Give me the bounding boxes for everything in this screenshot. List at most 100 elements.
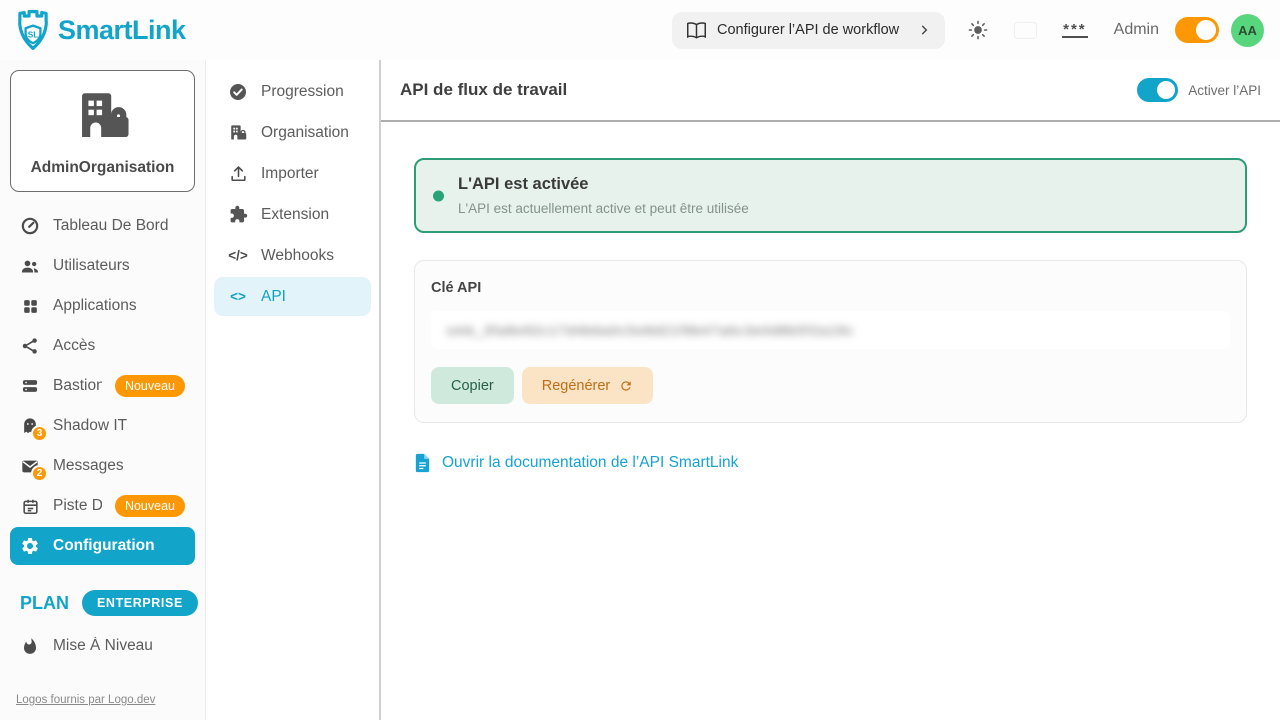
dashboard-gauge-icon (20, 216, 40, 236)
top-bar: SL SmartLink Configurer l’API de workflo… (0, 0, 1280, 60)
sidebar-item-configuration[interactable]: Configuration (10, 527, 195, 565)
configure-workflow-api-button[interactable]: Configurer l’API de workflow (672, 12, 945, 49)
shield-logo-icon: SL (12, 7, 54, 53)
api-documentation-link-label: Ouvrir la documentation de l’API SmartLi… (442, 454, 738, 472)
messages-count-badge: 2 (31, 465, 48, 482)
puzzle-icon (228, 205, 248, 225)
subnav-item-progression[interactable]: Progression (214, 72, 371, 111)
organisation-name: AdminOrganisation (31, 159, 175, 177)
sidebar-item-label: Applications (53, 297, 137, 315)
subnav-item-label: Extension (261, 206, 329, 224)
main-header: API de flux de travail Activer l’API (381, 60, 1280, 122)
brand-logo[interactable]: SL SmartLink (12, 7, 186, 53)
share-icon (20, 336, 40, 356)
building-lock-icon (228, 123, 248, 143)
sidebar-item-audit-trail[interactable]: Piste D’audit Nouveau (10, 486, 195, 526)
page-body: AdminOrganisation Tableau De Bord (0, 60, 1280, 720)
sidebar: AdminOrganisation Tableau De Bord (0, 60, 206, 720)
alert-title: L'API est activée (458, 175, 1225, 194)
svg-text:SL: SL (28, 29, 39, 39)
calendar-icon (20, 496, 40, 516)
subnav-item-extension[interactable]: Extension (214, 195, 371, 234)
subnav-item-api[interactable]: <> API (214, 277, 371, 316)
api-enabled-alert: L'API est activée L'API est actuellement… (414, 158, 1247, 233)
check-circle-icon (228, 82, 248, 102)
subnav-item-label: API (261, 288, 286, 306)
sidebar-item-bastion[interactable]: Bastion Nouveau (10, 366, 195, 406)
subnav-item-webhooks[interactable]: </> Webhooks (214, 236, 371, 275)
code-slash-icon: </> (228, 246, 248, 266)
admin-mode-toggle[interactable] (1175, 17, 1219, 43)
envelope-icon: 2 (20, 456, 40, 476)
sidebar-item-shadow-it[interactable]: 3 Shadow IT (10, 406, 195, 446)
upload-icon (228, 164, 248, 184)
api-key-blurred-value: smk_3fa8e92c17d4b6a0c5e8d21f9b47a6c3e0d8… (447, 323, 854, 338)
theme-sun-icon[interactable] (967, 19, 989, 41)
apps-grid-icon (20, 296, 40, 316)
gear-icon (20, 536, 40, 556)
top-bar-actions: Configurer l’API de workflow *** Admin (672, 12, 1264, 49)
sidebar-item-label: Tableau De Bord (53, 217, 168, 235)
app-root: SL SmartLink Configurer l’API de workflo… (0, 0, 1280, 720)
configure-workflow-api-label: Configurer l’API de workflow (717, 22, 899, 38)
sidebar-item-label: Utilisateurs (53, 257, 130, 275)
regenerate-button-label: Regénérer (542, 378, 611, 394)
sidebar-item-users[interactable]: Utilisateurs (10, 246, 195, 286)
settings-subnav: Progression Organisation (206, 60, 381, 720)
api-key-actions: Copier Regénérer (431, 367, 1230, 404)
copy-button[interactable]: Copier (431, 367, 514, 404)
admin-role-label: Admin (1114, 21, 1159, 39)
regenerate-button[interactable]: Regénérer (522, 367, 654, 404)
sidebar-item-label: Piste D’audit (53, 497, 102, 515)
api-key-label: Clé API (431, 280, 1230, 296)
enterprise-plan-badge[interactable]: ENTERPRISE (82, 590, 198, 616)
status-dot-icon (433, 190, 444, 201)
subnav-item-organisation[interactable]: Organisation (214, 113, 371, 152)
subnav-item-label: Organisation (261, 124, 349, 142)
enable-api-toggle[interactable] (1137, 78, 1178, 102)
sidebar-item-applications[interactable]: Applications (10, 286, 195, 326)
plan-label: PLAN (20, 593, 69, 614)
api-key-field[interactable]: smk_3fa8e92c17d4b6a0c5e8d21f9b47a6c3e0d8… (431, 311, 1230, 349)
nouveau-badge: Nouveau (115, 375, 185, 397)
sidebar-item-label: Bastion (53, 377, 102, 395)
users-icon (20, 256, 40, 276)
main-content: L'API est activée L'API est actuellement… (381, 122, 1280, 473)
enable-api-toggle-label: Activer l’API (1188, 83, 1261, 98)
document-icon (414, 453, 431, 473)
book-icon (686, 20, 707, 41)
chevron-right-icon (917, 23, 931, 37)
subnav-item-label: Progression (261, 83, 344, 101)
server-icon (20, 376, 40, 396)
building-lock-icon (72, 89, 134, 145)
subnav-item-label: Webhooks (261, 247, 334, 265)
sidebar-item-label: Shadow IT (53, 417, 127, 435)
api-keys-asterisks-icon[interactable]: *** (1062, 23, 1088, 38)
ghost-icon: 3 (20, 416, 40, 436)
sidebar-item-label: Messages (53, 457, 124, 475)
nouveau-badge: Nouveau (115, 495, 185, 517)
organisation-card[interactable]: AdminOrganisation (10, 70, 195, 192)
sidebar-item-messages[interactable]: 2 Messages (10, 446, 195, 486)
api-documentation-link[interactable]: Ouvrir la documentation de l’API SmartLi… (414, 453, 738, 473)
shadow-it-count-badge: 3 (31, 425, 48, 442)
brand-name: SmartLink (58, 15, 186, 46)
sidebar-item-upgrade[interactable]: Mise À Niveau (10, 626, 195, 666)
api-key-card: Clé API smk_3fa8e92c17d4b6a0c5e8d21f9b47… (414, 260, 1247, 423)
api-toggle-group: Activer l’API (1137, 78, 1261, 102)
code-icon: <> (228, 287, 248, 307)
sidebar-item-dashboard[interactable]: Tableau De Bord (10, 206, 195, 246)
flame-icon (20, 636, 40, 656)
french-flag-icon[interactable] (1015, 23, 1036, 38)
alert-description: L'API est actuellement active et peut êt… (458, 201, 1225, 216)
subnav-item-label: Importer (261, 165, 319, 183)
sidebar-item-access[interactable]: Accès (10, 326, 195, 366)
user-avatar[interactable]: AA (1231, 14, 1264, 47)
sidebar-item-label: Accès (53, 337, 95, 355)
logo-provider-link[interactable]: Logos fournis par Logo.dev (16, 694, 155, 706)
subnav-item-import[interactable]: Importer (214, 154, 371, 193)
plan-section: PLAN ENTERPRISE (10, 590, 195, 616)
refresh-icon (619, 379, 633, 393)
sidebar-item-label: Mise À Niveau (53, 637, 153, 655)
main-panel: API de flux de travail Activer l’API L'A… (381, 60, 1280, 720)
